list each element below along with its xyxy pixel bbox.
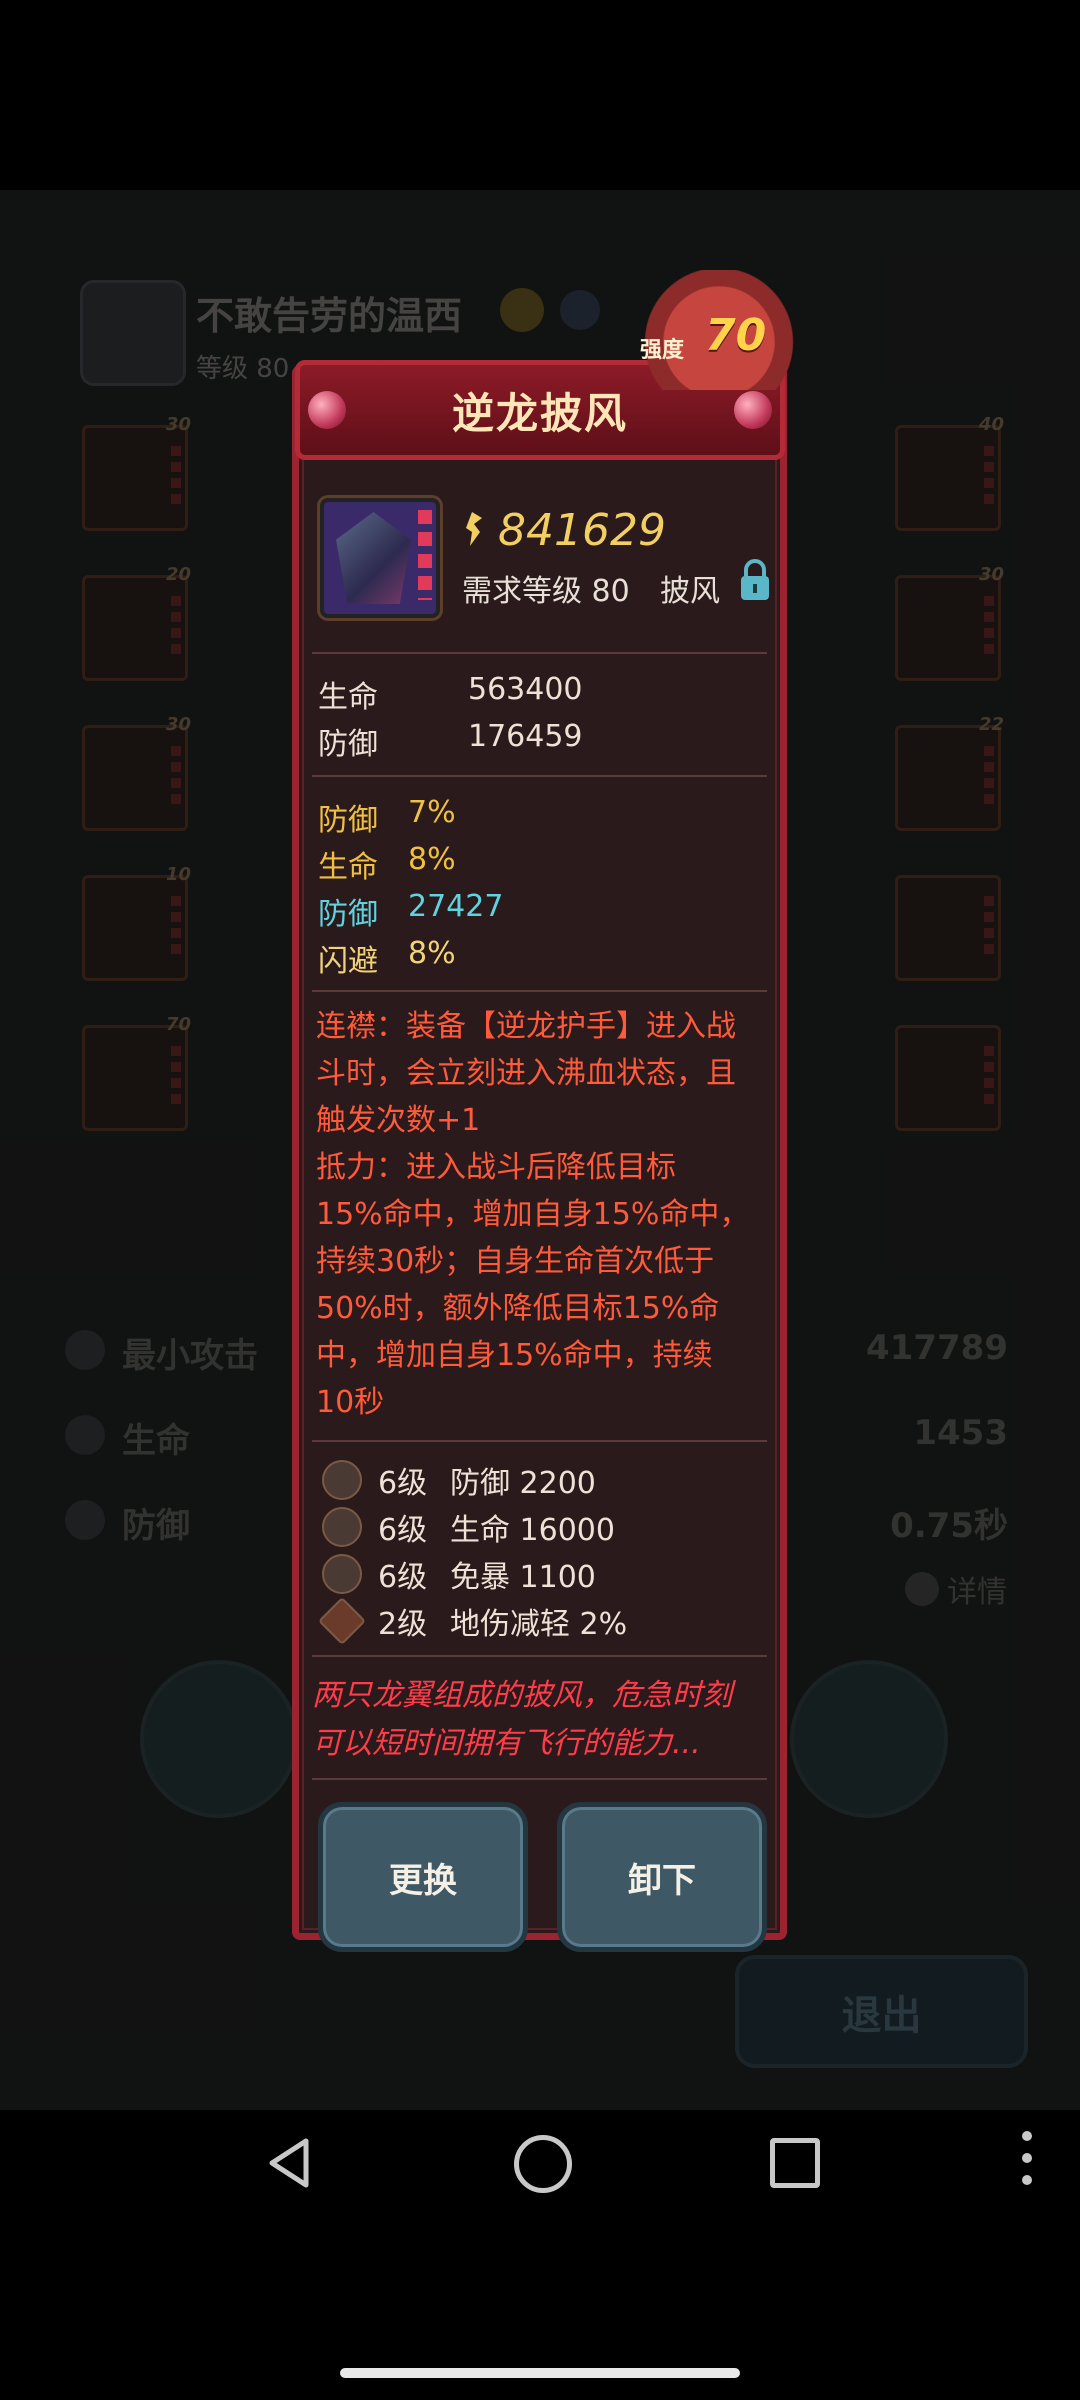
rune-icon bbox=[322, 1554, 362, 1594]
unequip-button[interactable]: 卸下 bbox=[557, 1802, 767, 1952]
rune-icon bbox=[322, 1460, 362, 1500]
rune-icon bbox=[322, 1507, 362, 1547]
rune-effect: 地伤减轻 2% bbox=[450, 1607, 628, 1642]
rune-level: 6级 bbox=[378, 1466, 428, 1501]
flavor-text: 两只龙翼组成的披风，危急时刻 可以短时间拥有飞行的能力... bbox=[312, 1678, 732, 1761]
bonus-stat-value: 27427 bbox=[408, 889, 504, 924]
divider bbox=[312, 775, 767, 777]
cloak-icon bbox=[336, 512, 411, 604]
base-stat-value: 176459 bbox=[468, 719, 583, 754]
more-options-icon[interactable] bbox=[1022, 2130, 1032, 2186]
bonus-stat-label: 闪避 bbox=[318, 944, 378, 979]
base-stat-label: 生命 bbox=[318, 680, 378, 715]
item-icon bbox=[320, 498, 440, 618]
strength-value: 70 bbox=[705, 310, 767, 361]
bonus-stat-label: 生命 bbox=[318, 850, 378, 885]
home-icon[interactable] bbox=[514, 2135, 572, 2193]
power-icon bbox=[466, 512, 482, 546]
bonus-stat-value: 8% bbox=[408, 842, 456, 877]
divider bbox=[312, 1778, 767, 1780]
divider bbox=[312, 1440, 767, 1442]
item-description: 连襟：装备【逆龙护手】进入战 斗时，会立刻进入沸血状态，且 触发次数+1 抵力：… bbox=[316, 1009, 750, 1420]
base-stat-label: 防御 bbox=[318, 727, 378, 762]
rune-effect: 生命 16000 bbox=[450, 1513, 615, 1548]
rune-level: 2级 bbox=[378, 1607, 428, 1642]
gem-icon bbox=[308, 391, 346, 429]
rune-level: 6级 bbox=[378, 1560, 428, 1595]
gem-icon bbox=[734, 391, 772, 429]
bonus-stat-label: 防御 bbox=[318, 803, 378, 838]
replace-button[interactable]: 更换 bbox=[318, 1802, 528, 1952]
rune-effect: 防御 2200 bbox=[450, 1466, 596, 1501]
home-indicator[interactable] bbox=[340, 2368, 740, 2378]
rune-effect: 免暴 1100 bbox=[450, 1560, 596, 1595]
recent-apps-icon[interactable] bbox=[770, 2138, 820, 2188]
strength-label: 强度 bbox=[640, 338, 685, 363]
requirement-level: 需求等级 80 bbox=[462, 574, 630, 609]
item-title: 逆龙披风 bbox=[451, 388, 628, 438]
bonus-stat-label: 防御 bbox=[318, 897, 378, 932]
slot-type: 披风 bbox=[660, 574, 720, 609]
base-stat-value: 563400 bbox=[468, 672, 583, 707]
divider bbox=[312, 1655, 767, 1657]
divider bbox=[312, 990, 767, 992]
back-icon[interactable] bbox=[262, 2135, 318, 2191]
lock-icon[interactable] bbox=[738, 558, 772, 602]
power-value: 841629 bbox=[498, 505, 666, 556]
rune-level: 6级 bbox=[378, 1513, 428, 1548]
strength-badge: 强度 70 bbox=[620, 270, 800, 390]
bonus-stat-value: 8% bbox=[408, 936, 456, 971]
divider bbox=[312, 652, 767, 654]
bonus-stat-value: 7% bbox=[408, 795, 456, 830]
